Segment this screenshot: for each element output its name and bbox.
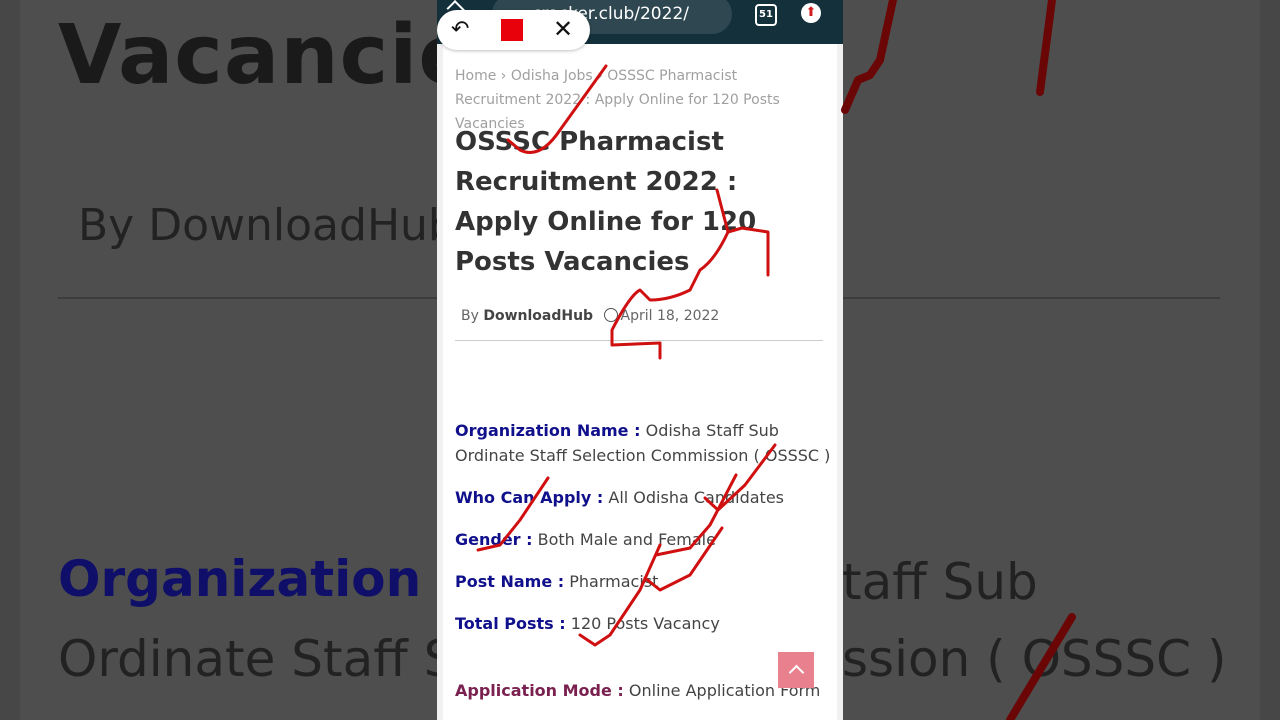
background-right-text-2: ssion ( OSSSC ) (842, 630, 1227, 688)
background-org-line2: Ordinate Staff S (58, 630, 456, 688)
background-org-label: Organization N (58, 550, 481, 608)
background-edge-right (1260, 0, 1280, 720)
detail-value: 120 Posts Vacancy (570, 614, 720, 633)
breadcrumb-home[interactable]: Home (455, 68, 496, 84)
background-right-text-1: taff Sub (842, 553, 1038, 611)
detail-label: Gender : (455, 530, 533, 549)
pen-color-swatch[interactable] (501, 19, 523, 41)
breadcrumb-separator: › (500, 68, 507, 84)
close-icon[interactable]: ✕ (553, 15, 573, 43)
chevron-up-icon (788, 664, 804, 681)
tabs-icon[interactable]: 51 (755, 4, 777, 26)
update-icon[interactable]: ⬆ (801, 3, 821, 23)
background-by: By (78, 200, 135, 251)
detail-gender: Gender : Both Male and Female (455, 527, 833, 552)
detail-total-posts: Total Posts : 120 Posts Vacancy (455, 611, 833, 636)
by-label: By (461, 308, 479, 324)
detail-value: All Odisha Candidates (608, 488, 784, 507)
undo-icon[interactable]: ↶ (451, 17, 469, 43)
breadcrumb-odisha-jobs[interactable]: Odisha Jobs (511, 68, 593, 84)
detail-value: Both Male and Female (537, 530, 716, 549)
clock-icon (603, 308, 618, 322)
background-author: DownloadHub (148, 200, 456, 251)
detail-label: Organization Name : (455, 421, 641, 440)
background-title: Vacancie (58, 8, 475, 103)
article-meta: By DownloadHub April 18, 2022 (461, 308, 719, 324)
detail-application-mode: Application Mode : Online Application Fo… (455, 678, 833, 703)
author-link[interactable]: DownloadHub (483, 308, 593, 324)
detail-label: Application Mode : (455, 681, 624, 700)
background-edge-left (0, 0, 20, 720)
phone-screen: cracker.club/2022/ 51 ⬆ Home › Odisha Jo… (437, 0, 843, 720)
detail-label: Total Posts : (455, 614, 566, 633)
detail-post-name: Post Name : Pharmacist (455, 569, 833, 594)
background-byline: By DownloadHub (78, 200, 456, 251)
detail-who-can-apply: Who Can Apply : All Odisha Candidates (455, 485, 833, 510)
drawing-toolbar: ↶ ✕ (437, 10, 590, 50)
back-to-top-button[interactable] (778, 652, 814, 688)
publish-date: April 18, 2022 (620, 308, 720, 324)
detail-label: Who Can Apply : (455, 488, 604, 507)
breadcrumb-separator: › (597, 68, 603, 84)
detail-organization: Organization Name : Odisha Staff Sub Ord… (455, 418, 833, 468)
job-details: Organization Name : Odisha Staff Sub Ord… (455, 418, 833, 720)
page-title: OSSSC Pharmacist Recruitment 2022 : Appl… (455, 127, 757, 277)
article-card: Home › Odisha Jobs › OSSSC Pharmacist Re… (443, 44, 837, 720)
divider (455, 340, 823, 341)
detail-label: Post Name : (455, 572, 565, 591)
detail-value: Pharmacist (569, 572, 659, 591)
